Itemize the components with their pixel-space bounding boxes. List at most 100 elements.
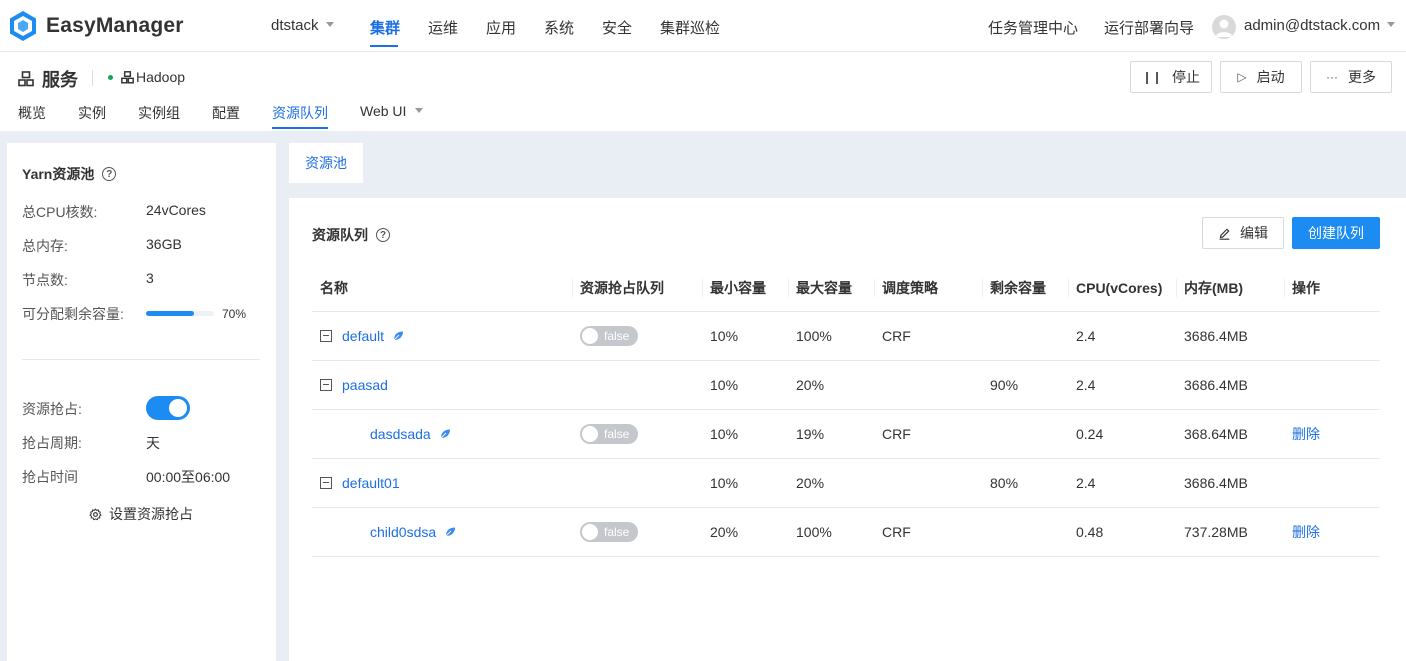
collapse-icon[interactable] bbox=[320, 378, 332, 391]
column-separator bbox=[572, 279, 573, 297]
start-button-label: 启动 bbox=[1256, 69, 1285, 85]
create-queue-button[interactable]: 创建队列 bbox=[1292, 217, 1380, 249]
column-header-label: 操作 bbox=[1292, 279, 1320, 296]
tab-overview[interactable]: 概览 bbox=[18, 103, 46, 123]
column-header: 剩余容量 bbox=[982, 265, 1068, 312]
stop-button[interactable]: ❙❙ 停止 bbox=[1130, 61, 1212, 93]
name-cell: dasdsada bbox=[312, 409, 572, 459]
cluster-select[interactable]: dtstack bbox=[271, 17, 334, 34]
nav-item-system[interactable]: 系统 bbox=[544, 17, 574, 38]
service-icon bbox=[121, 70, 134, 84]
column-separator bbox=[874, 279, 875, 297]
column-header-label: 调度策略 bbox=[882, 279, 938, 296]
memory-cell: 368.64MB bbox=[1176, 409, 1284, 459]
service-name-text: Hadoop bbox=[136, 69, 186, 85]
preempt-time-value: 00:00至06:00 bbox=[146, 469, 231, 485]
column-header-label: 最大容量 bbox=[796, 279, 852, 296]
nav-active-indicator bbox=[370, 45, 398, 47]
delete-link[interactable]: 删除 bbox=[1292, 426, 1320, 442]
edit-button[interactable]: 编辑 bbox=[1202, 217, 1284, 249]
name-cell: default bbox=[312, 311, 572, 361]
cpu-label: 总CPU核数: bbox=[22, 204, 98, 220]
start-button[interactable]: ▷ 启动 bbox=[1220, 61, 1302, 93]
preempt-cell bbox=[572, 458, 702, 508]
queue-name-link[interactable]: default01 bbox=[342, 475, 400, 491]
column-header: 名称 bbox=[312, 265, 572, 312]
queue-name-link[interactable]: dasdsada bbox=[370, 426, 431, 442]
name-cell: paasad bbox=[312, 360, 572, 410]
delete-link[interactable]: 删除 bbox=[1292, 524, 1320, 540]
table-row: child0sdsa false 20% 100% CRF 0.48 737.2… bbox=[312, 507, 1380, 557]
switch-text: false bbox=[604, 426, 630, 441]
play-icon: ▷ bbox=[1237, 70, 1247, 84]
app-logo[interactable]: EasyManager bbox=[8, 10, 184, 42]
action-cell: 删除 bbox=[1284, 507, 1380, 557]
tab-resource-queue[interactable]: 资源队列 bbox=[272, 103, 328, 123]
pencil-icon bbox=[1219, 228, 1230, 240]
queue-name-link[interactable]: paasad bbox=[342, 377, 388, 393]
preempt-cell: false bbox=[572, 409, 702, 459]
queue-name-link[interactable]: default bbox=[342, 328, 384, 344]
tab-resource-pool[interactable]: 资源池 bbox=[289, 143, 363, 183]
easymanager-logo-icon bbox=[10, 11, 36, 41]
preempt-switch[interactable]: false bbox=[580, 423, 638, 444]
column-separator bbox=[1068, 279, 1069, 297]
nav-item-inspection[interactable]: 集群巡检 bbox=[660, 17, 720, 38]
cluster-select-value: dtstack bbox=[271, 17, 319, 34]
task-center-link[interactable]: 任务管理中心 bbox=[988, 17, 1078, 38]
help-icon[interactable]: ? bbox=[102, 167, 117, 181]
column-header-label: 资源抢占队列 bbox=[580, 279, 664, 296]
user-menu[interactable]: admin@dtstack.com bbox=[1244, 17, 1396, 34]
yarn-pool-title: Yarn资源池 ? bbox=[22, 164, 117, 184]
policy-cell: CRF bbox=[874, 507, 982, 557]
app-name: EasyManager bbox=[46, 14, 184, 37]
user-icon bbox=[1215, 19, 1233, 37]
chevron-down-icon bbox=[415, 108, 424, 113]
remaining-cell bbox=[982, 409, 1068, 459]
tab-web-ui[interactable]: Web UI bbox=[360, 103, 424, 119]
tab-config[interactable]: 配置 bbox=[212, 103, 240, 123]
column-header-label: 内存(MB) bbox=[1184, 279, 1244, 296]
preempt-switch[interactable]: false bbox=[580, 521, 638, 542]
collapse-icon[interactable] bbox=[320, 476, 332, 489]
resource-queue-card: 资源队列 ? 编辑 创建队列 名称 资源抢占队列 最小容量 最大容量 调度策略 … bbox=[289, 198, 1406, 661]
nav-item-ops[interactable]: 运维 bbox=[428, 17, 458, 38]
chevron-down-icon bbox=[325, 22, 334, 27]
cpu-cell: 2.4 bbox=[1068, 311, 1176, 361]
collapse-icon[interactable] bbox=[320, 329, 332, 342]
nav-item-security[interactable]: 安全 bbox=[602, 17, 632, 38]
tab-active-indicator bbox=[272, 127, 328, 129]
status-dot bbox=[108, 74, 113, 80]
preempt-settings-button[interactable]: 设置资源抢占 bbox=[89, 504, 193, 524]
column-separator bbox=[702, 279, 703, 297]
remaining-label: 可分配剩余容量: bbox=[22, 306, 124, 322]
table-row: default false 10% 100% CRF 2.4 3686.4MB bbox=[312, 311, 1380, 361]
deploy-wizard-link[interactable]: 运行部署向导 bbox=[1104, 17, 1194, 38]
help-icon[interactable]: ? bbox=[376, 228, 390, 242]
more-button-label: 更多 bbox=[1348, 69, 1376, 85]
queue-name-link[interactable]: child0sdsa bbox=[370, 524, 436, 540]
column-header: 调度策略 bbox=[874, 265, 982, 312]
preempt-toggle[interactable] bbox=[146, 396, 190, 420]
title-divider bbox=[92, 70, 93, 86]
column-header: 最大容量 bbox=[788, 265, 874, 312]
nav-item-cluster[interactable]: 集群 bbox=[370, 17, 400, 38]
yarn-pool-panel: Yarn资源池 ? 总CPU核数: 24vCores 总内存: 36GB 节点数… bbox=[7, 143, 276, 661]
nav-item-apps[interactable]: 应用 bbox=[486, 17, 516, 38]
preempt-settings-label: 设置资源抢占 bbox=[109, 506, 193, 522]
column-header: CPU(vCores) bbox=[1068, 265, 1176, 312]
tab-instance-groups[interactable]: 实例组 bbox=[138, 103, 180, 123]
toggle-knob bbox=[582, 327, 598, 344]
page-title: 服务 bbox=[18, 66, 78, 92]
max-capacity-cell: 20% bbox=[788, 458, 874, 508]
service-icon bbox=[18, 71, 34, 87]
avatar[interactable] bbox=[1212, 15, 1236, 39]
action-cell bbox=[1284, 458, 1380, 508]
preempt-time-label: 抢占时间 bbox=[22, 469, 78, 485]
cpu-value: 24vCores bbox=[146, 202, 206, 218]
divider bbox=[22, 359, 260, 360]
more-button[interactable]: ··· 更多 bbox=[1310, 61, 1392, 93]
column-header: 资源抢占队列 bbox=[572, 265, 702, 312]
preempt-switch[interactable]: false bbox=[580, 325, 638, 346]
tab-instances[interactable]: 实例 bbox=[78, 103, 106, 123]
